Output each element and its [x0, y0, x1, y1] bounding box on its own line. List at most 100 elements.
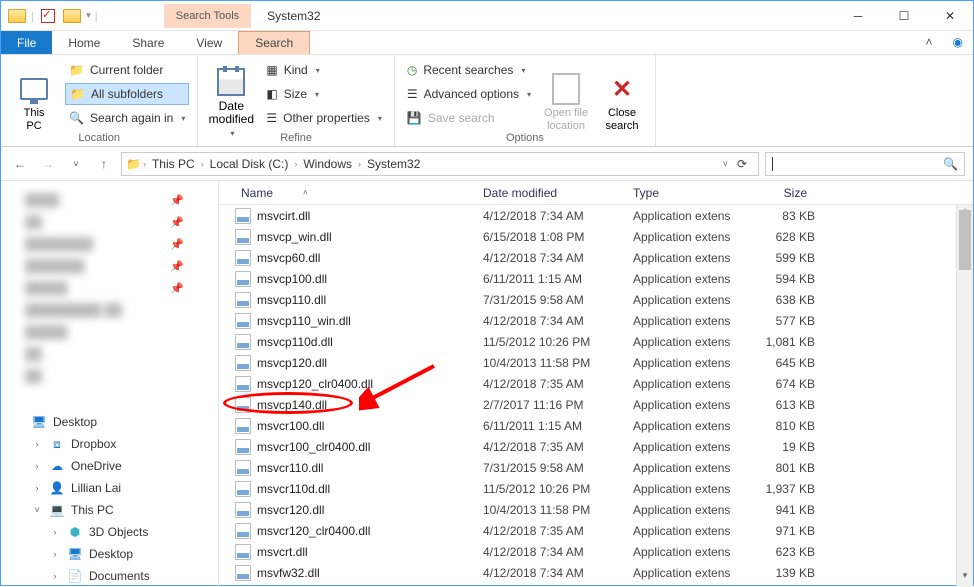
dll-file-icon: [235, 208, 251, 224]
quick-access-item[interactable]: █████📌: [1, 277, 218, 299]
column-size[interactable]: Size: [745, 186, 815, 200]
column-date[interactable]: Date modified: [475, 186, 625, 200]
file-row[interactable]: msvcp60.dll4/12/2018 7:34 AMApplication …: [219, 247, 973, 268]
file-name: msvcp120.dll: [257, 356, 327, 370]
refresh-icon[interactable]: ⟳: [730, 157, 754, 171]
tree-item-3dobjects[interactable]: ›⬢3D Objects: [1, 521, 218, 543]
size-button[interactable]: ◧ Size▾: [262, 83, 386, 105]
scroll-thumb[interactable]: [959, 210, 971, 270]
file-row[interactable]: msvcp110_win.dll4/12/2018 7:34 AMApplica…: [219, 310, 973, 331]
dropbox-icon: ⧈: [49, 436, 65, 452]
current-folder-button[interactable]: 📁 Current folder: [65, 59, 189, 81]
file-row[interactable]: msvcr100_clr0400.dll4/12/2018 7:35 AMApp…: [219, 436, 973, 457]
tab-view[interactable]: View: [180, 31, 238, 54]
quick-access-item[interactable]: ██: [1, 365, 218, 387]
file-row[interactable]: msvcirt.dll4/12/2018 7:34 AMApplication …: [219, 205, 973, 226]
kind-button[interactable]: ▦ Kind▾: [262, 59, 386, 81]
file-row[interactable]: msvcr100.dll6/11/2011 1:15 AMApplication…: [219, 415, 973, 436]
quick-access-item[interactable]: ██📌: [1, 211, 218, 233]
breadcrumb-segment[interactable]: Windows: [299, 157, 356, 171]
ribbon-collapse-icon[interactable]: ˄: [916, 31, 943, 54]
column-name[interactable]: Name˄: [219, 186, 475, 200]
column-type[interactable]: Type: [625, 186, 745, 200]
advanced-options-button[interactable]: ☰ Advanced options▾: [403, 83, 535, 105]
tab-share[interactable]: Share: [116, 31, 180, 54]
breadcrumb[interactable]: 📁 › This PC› Local Disk (C:)› Windows› S…: [121, 152, 759, 176]
file-name: msvcp_win.dll: [257, 230, 332, 244]
file-row[interactable]: msvcr120.dll10/4/2013 11:58 PMApplicatio…: [219, 499, 973, 520]
file-row[interactable]: msvcp120.dll10/4/2013 11:58 PMApplicatio…: [219, 352, 973, 373]
breadcrumb-segment[interactable]: System32: [363, 157, 424, 171]
file-row[interactable]: msvcp120_clr0400.dll4/12/2018 7:35 AMApp…: [219, 373, 973, 394]
quick-access-item[interactable]: ██: [1, 343, 218, 365]
file-date: 6/11/2011 1:15 AM: [475, 419, 625, 433]
file-row[interactable]: msvcp100.dll6/11/2011 1:15 AMApplication…: [219, 268, 973, 289]
dll-file-icon: [235, 460, 251, 476]
qat-dropdown-icon[interactable]: ▾: [86, 10, 91, 21]
user-icon: 👤: [49, 480, 65, 496]
recent-searches-button[interactable]: ◷ Recent searches▾: [403, 59, 535, 81]
file-type: Application extens: [625, 461, 745, 475]
tab-file[interactable]: File: [1, 31, 52, 54]
tree-item-documents[interactable]: ›📄Documents: [1, 565, 218, 587]
search-again-button[interactable]: 🔍 Search again in ▾: [65, 107, 189, 129]
other-properties-button[interactable]: ☰ Other properties▾: [262, 107, 386, 129]
quick-access-item[interactable]: ███████📌: [1, 255, 218, 277]
ribbon-group-location: This PC 📁 Current folder 📁 All subfolder…: [1, 55, 198, 146]
file-list-pane: Name˄ Date modified Type Size msvcirt.dl…: [219, 181, 973, 587]
file-row[interactable]: msvcp110d.dll11/5/2012 10:26 PMApplicati…: [219, 331, 973, 352]
breadcrumb-segment[interactable]: Local Disk (C:): [206, 157, 293, 171]
up-button[interactable]: ↑: [93, 153, 115, 175]
back-button[interactable]: ←: [9, 153, 31, 175]
tab-search[interactable]: Search: [238, 31, 310, 54]
scroll-down-icon[interactable]: ▾: [957, 570, 973, 587]
tab-home[interactable]: Home: [52, 31, 116, 54]
breadcrumb-segment[interactable]: This PC: [148, 157, 199, 171]
file-type: Application extens: [625, 335, 745, 349]
file-type: Application extens: [625, 377, 745, 391]
file-row[interactable]: msvcp110.dll7/31/2015 9:58 AMApplication…: [219, 289, 973, 310]
tree-item-desktop[interactable]: 🖥Desktop: [1, 411, 218, 433]
tree-item-onedrive[interactable]: ›☁OneDrive: [1, 455, 218, 477]
tree-item-desktop2[interactable]: ›🖥Desktop: [1, 543, 218, 565]
tree-item-user[interactable]: ›👤Lillian Lai: [1, 477, 218, 499]
quick-access-item[interactable]: █████: [1, 321, 218, 343]
chevron-down-icon[interactable]: ˅: [723, 159, 728, 169]
file-row[interactable]: msvcrt.dll4/12/2018 7:34 AMApplication e…: [219, 541, 973, 562]
all-subfolders-button[interactable]: 📁 All subfolders: [65, 83, 189, 105]
column-headers[interactable]: Name˄ Date modified Type Size: [219, 181, 973, 205]
file-date: 4/12/2018 7:34 AM: [475, 314, 625, 328]
folder-icon[interactable]: [7, 6, 27, 26]
close-button[interactable]: ✕: [927, 1, 973, 31]
navigation-pane[interactable]: ████📌 ██📌 ████████📌 ███████📌 █████📌 ████…: [1, 181, 219, 587]
file-date: 2/7/2017 11:16 PM: [475, 398, 625, 412]
folder-icon[interactable]: [62, 6, 82, 26]
file-row[interactable]: msvcp_win.dll6/15/2018 1:08 PMApplicatio…: [219, 226, 973, 247]
file-row[interactable]: msvfw32.dll4/12/2018 7:34 AMApplication …: [219, 562, 973, 583]
help-icon[interactable]: ◉: [943, 31, 973, 54]
recent-locations-icon[interactable]: ˅: [65, 153, 87, 175]
file-size: 941 KB: [745, 503, 815, 517]
main-pane: ████📌 ██📌 ████████📌 ███████📌 █████📌 ████…: [1, 181, 973, 587]
search-input[interactable]: 🔍: [765, 152, 965, 176]
file-date: 10/4/2013 11:58 PM: [475, 503, 625, 517]
file-row[interactable]: msvcp140.dll2/7/2017 11:16 PMApplication…: [219, 394, 973, 415]
qat-divider: |: [95, 9, 98, 23]
scrollbar[interactable]: ▴ ▾: [956, 205, 973, 587]
properties-checkbox-icon[interactable]: [38, 6, 58, 26]
file-name: msvcr120_clr0400.dll: [257, 524, 370, 538]
maximize-button[interactable]: ☐: [881, 1, 927, 31]
dll-file-icon: [235, 250, 251, 266]
file-date: 4/12/2018 7:34 AM: [475, 566, 625, 580]
search-tools-contextual-tab[interactable]: Search Tools: [164, 4, 251, 28]
file-date: 4/12/2018 7:34 AM: [475, 545, 625, 559]
quick-access-item[interactable]: ████📌: [1, 189, 218, 211]
file-row[interactable]: msvcr110d.dll11/5/2012 10:26 PMApplicati…: [219, 478, 973, 499]
file-row[interactable]: msvcr120_clr0400.dll4/12/2018 7:35 AMApp…: [219, 520, 973, 541]
tree-item-thispc[interactable]: ˅💻This PC: [1, 499, 218, 521]
quick-access-item[interactable]: █████████ ██: [1, 299, 218, 321]
file-row[interactable]: msvcr110.dll7/31/2015 9:58 AMApplication…: [219, 457, 973, 478]
quick-access-item[interactable]: ████████📌: [1, 233, 218, 255]
tree-item-dropbox[interactable]: ›⧈Dropbox: [1, 433, 218, 455]
minimize-button[interactable]: ─: [835, 1, 881, 31]
